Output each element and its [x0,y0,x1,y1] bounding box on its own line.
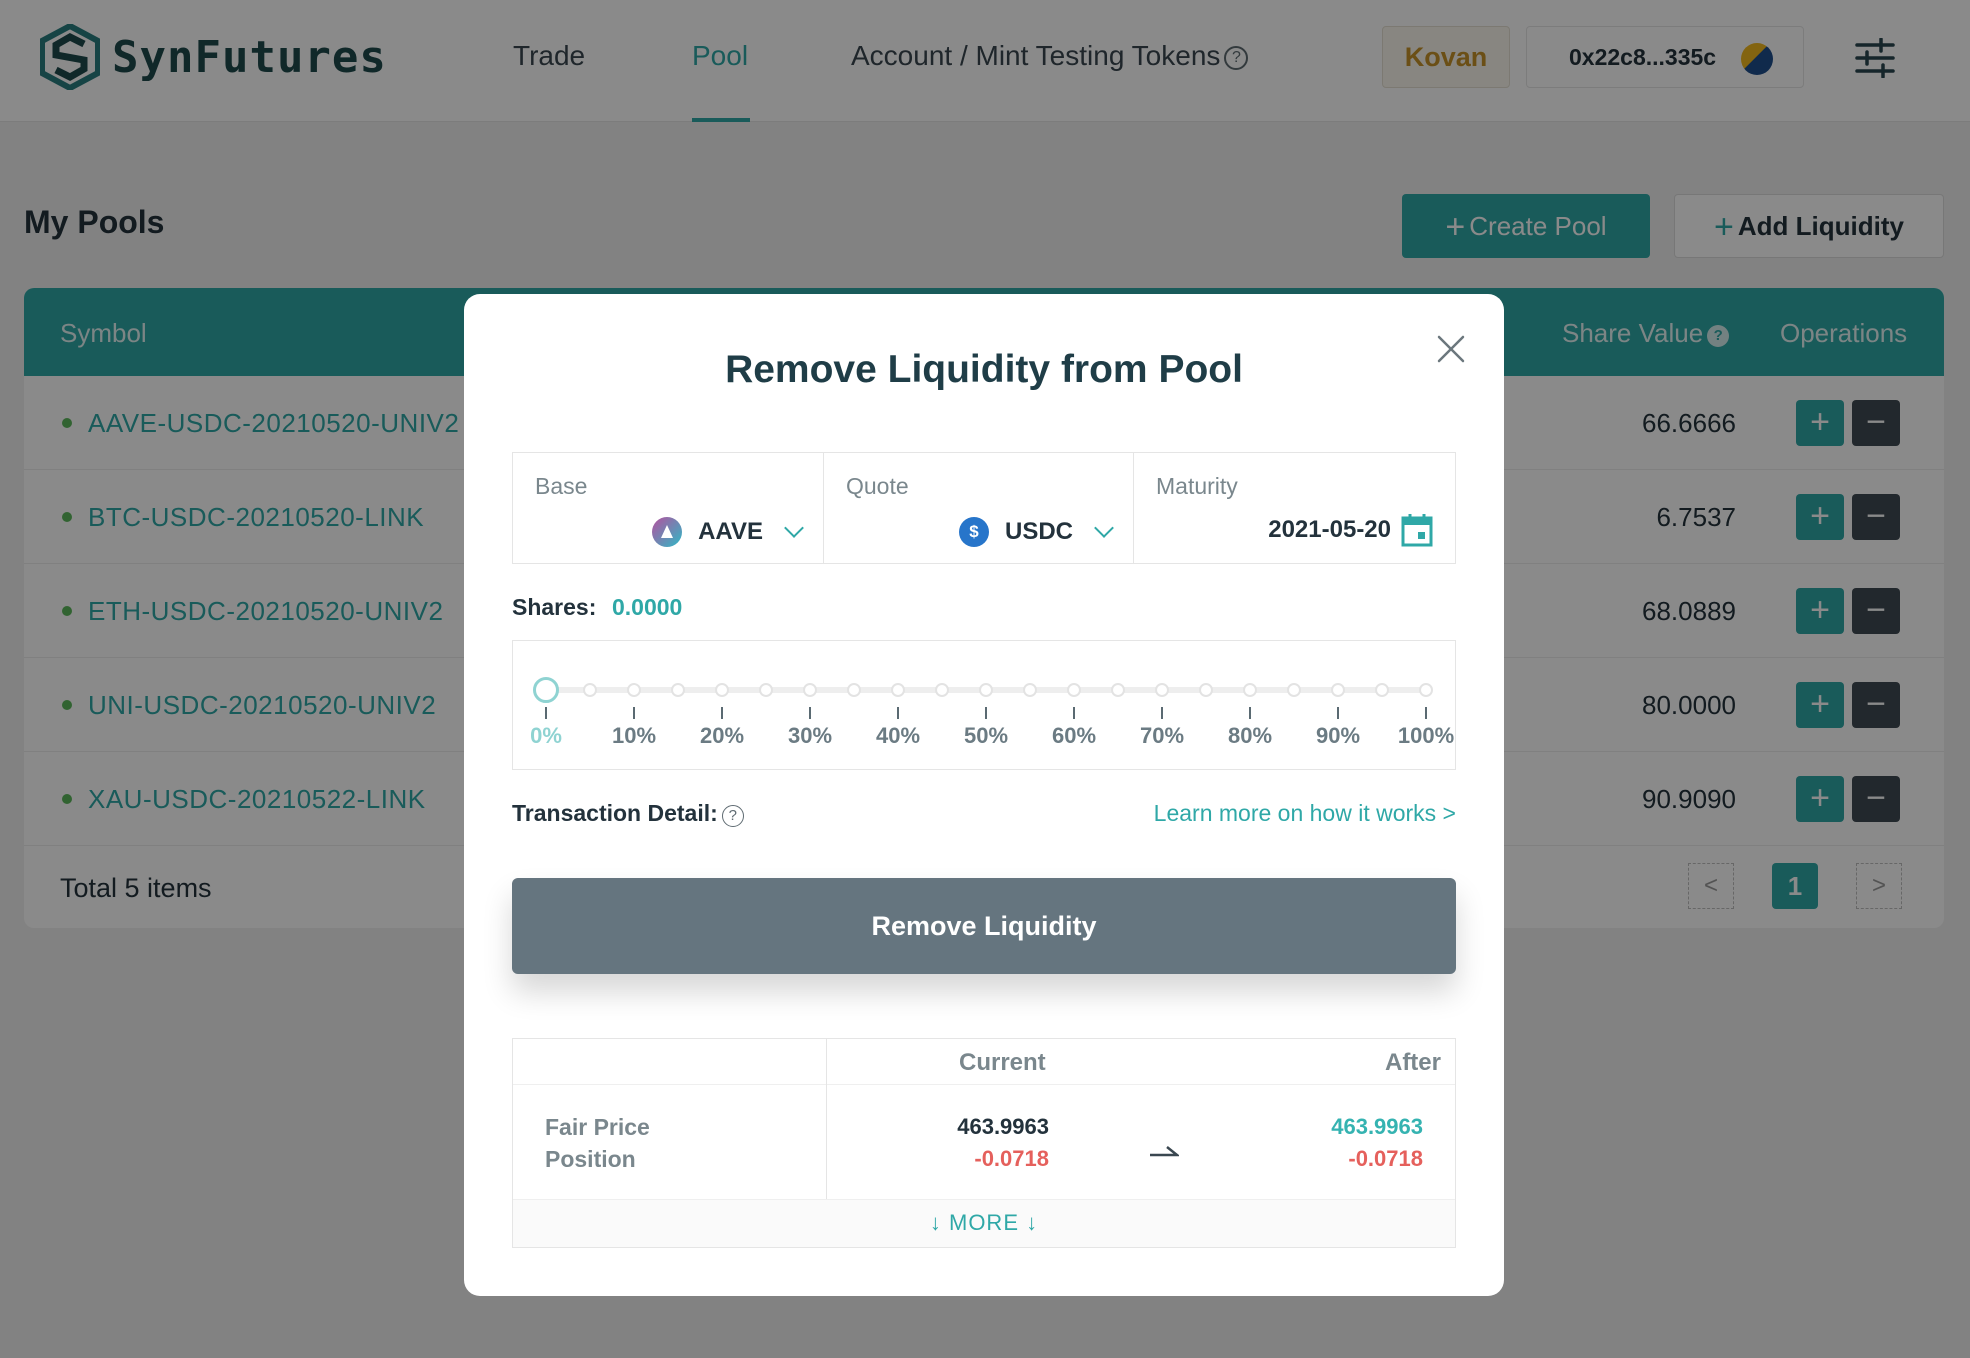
current-values: 463.9963 -0.0718 [859,1111,1049,1175]
maturity-value: 2021-05-20 [1268,513,1433,547]
detail-row-labels: Fair Price Position [545,1111,650,1175]
slider-step-dot[interactable] [627,683,641,697]
transaction-detail-text: Transaction Detail: [512,800,718,826]
quote-value: USDC [958,517,1114,547]
slider-step-dot[interactable] [671,683,685,697]
maturity-date: 2021-05-20 [1268,516,1391,543]
base-token: AAVE [698,518,763,545]
current-fair-price: 463.9963 [957,1114,1049,1139]
base-label: Base [535,473,588,499]
slider-tick [985,707,987,719]
slider-tick [897,707,899,719]
slider-step-dot[interactable] [1331,683,1345,697]
fair-price-label: Fair Price [545,1114,650,1140]
quote-select[interactable]: Quote USDC [824,453,1134,563]
slider-tick-label[interactable]: 100% [1386,723,1466,749]
pair-selector: Base AAVE Quote USDC Maturity 2021-05-20 [512,452,1456,564]
quote-token: USDC [1004,518,1073,545]
slider-tick-label[interactable]: 10% [594,723,674,749]
usdc-coin-icon [958,517,989,547]
modal-title: Remove Liquidity from Pool [725,348,1243,391]
slider-step-dot[interactable] [1067,683,1081,697]
more-toggle[interactable]: ↓ MORE ↓ [513,1199,1455,1247]
slider-step-dot[interactable] [847,683,861,697]
slider-step-dot[interactable] [759,683,773,697]
slider-step-dot[interactable] [803,683,817,697]
slider-handle[interactable] [533,677,559,703]
slider-step-dot[interactable] [1243,683,1257,697]
slider-tick [1073,707,1075,719]
slider-tick-label[interactable]: 80% [1210,723,1290,749]
slider-tick-label[interactable]: 60% [1034,723,1114,749]
slider-step-dot[interactable] [1155,683,1169,697]
slider-step-dot[interactable] [1419,683,1433,697]
slider-step-dot[interactable] [1023,683,1037,697]
slider-step-dot[interactable] [1199,683,1213,697]
slider-tick [1249,707,1251,719]
chevron-down-icon [784,518,804,538]
detail-col-after: After [1384,1049,1441,1076]
remove-liquidity-button[interactable]: Remove Liquidity [512,878,1456,974]
slider-tick-label[interactable]: 30% [770,723,850,749]
slider-step-dot[interactable] [935,683,949,697]
current-position: -0.0718 [974,1146,1049,1171]
aave-coin-icon [652,517,683,547]
slider-tick [545,707,547,719]
calendar-icon [1401,514,1433,547]
detail-col-current: Current [959,1049,1046,1076]
slider-tick [1425,707,1427,719]
slider-step-dot[interactable] [715,683,729,697]
base-select[interactable]: Base AAVE [513,453,824,563]
slider-tick [1337,707,1339,719]
slider-tick-label[interactable]: 70% [1122,723,1202,749]
slider-tick-label[interactable]: 0% [506,723,586,749]
slider-step-dot[interactable] [1111,683,1125,697]
slider-step-dot[interactable] [1375,683,1389,697]
shares-label: Shares: [512,594,597,620]
slider-step-dot[interactable] [1287,683,1301,697]
slider-step-dot[interactable] [979,683,993,697]
shares-slider[interactable]: 0% 10% 20% 30% 40% 50% 60% 70% 80% 90% 100% [512,640,1456,770]
after-values: 463.9963 -0.0718 [1203,1111,1423,1175]
slider-tick-label[interactable]: 20% [682,723,762,749]
slider-tick [1161,707,1163,719]
detail-header: Current After [513,1039,1455,1085]
slider-tick [633,707,635,719]
divider [826,1039,827,1199]
base-value: AAVE [652,517,804,547]
after-fair-price: 463.9963 [1331,1114,1423,1139]
remove-liquidity-modal: Remove Liquidity from Pool Base AAVE Quo… [464,294,1504,1296]
slider-tick-label[interactable]: 50% [946,723,1026,749]
shares-value: 0.0000 [612,594,683,620]
slider-tick [721,707,723,719]
slider-tick [809,707,811,719]
quote-label: Quote [846,473,909,499]
chevron-down-icon [1094,518,1114,538]
slider-tick-label[interactable]: 90% [1298,723,1378,749]
slider-step-dot[interactable] [583,683,597,697]
arrow-right-icon [1150,1146,1179,1157]
after-position: -0.0718 [1348,1146,1423,1171]
learn-more-link[interactable]: Learn more on how it works > [1154,800,1456,827]
transaction-detail-label: Transaction Detail:? [512,800,744,827]
maturity-label: Maturity [1156,473,1238,499]
maturity-picker[interactable]: Maturity 2021-05-20 [1134,453,1455,563]
transaction-detail-table: Current After Fair Price Position 463.99… [512,1038,1456,1248]
slider-step-dot[interactable] [891,683,905,697]
position-label: Position [545,1146,636,1172]
help-icon[interactable]: ? [721,805,744,827]
slider-tick-label[interactable]: 40% [858,723,938,749]
